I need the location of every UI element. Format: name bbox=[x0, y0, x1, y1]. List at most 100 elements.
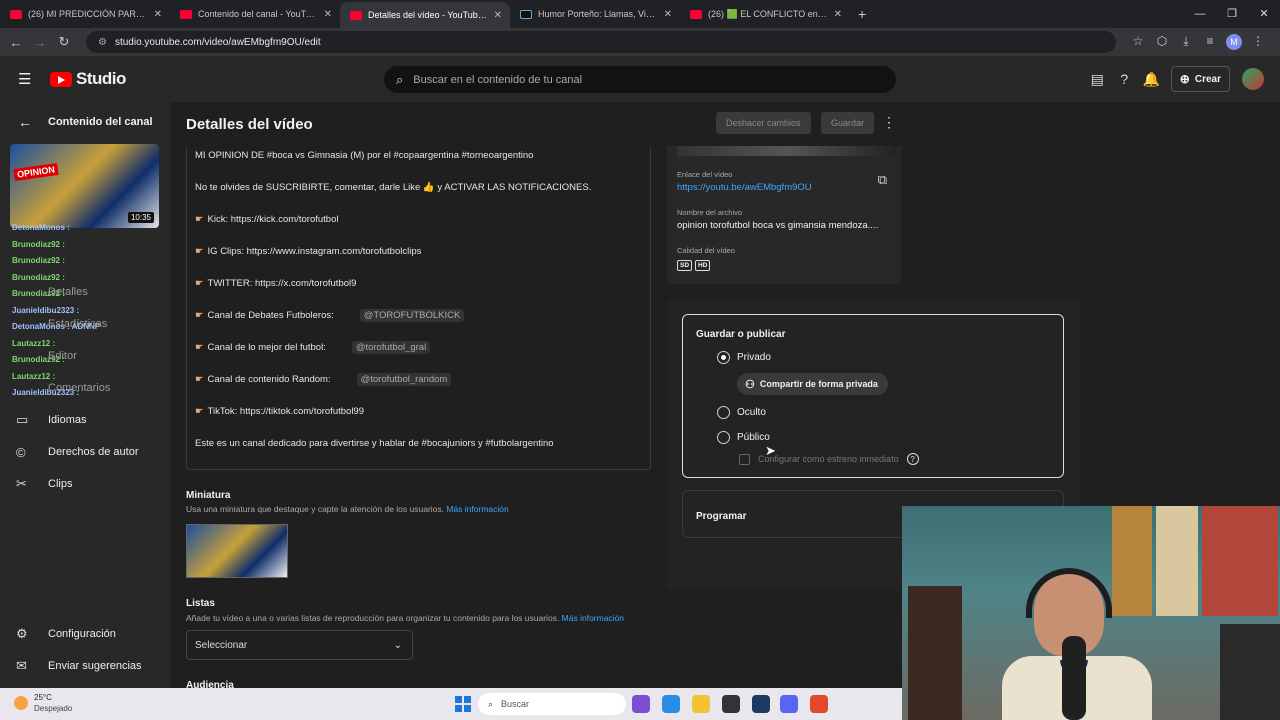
visibility-option-private[interactable]: Privado bbox=[717, 351, 771, 364]
radio-unselected[interactable] bbox=[717, 431, 730, 444]
chair bbox=[908, 586, 962, 720]
premiere-option[interactable]: Configurar como estreno inmediato ? bbox=[739, 453, 919, 465]
premiere-checkbox[interactable] bbox=[739, 453, 750, 465]
channel-mention-chip[interactable]: @torofutbol_random bbox=[356, 373, 452, 386]
steam-icon[interactable] bbox=[752, 695, 770, 713]
tab-title: (26) 🟩 EL CONFLICTO entre EL bbox=[708, 8, 828, 19]
sidebar-item-details[interactable]: Detalles bbox=[0, 276, 170, 308]
sidebar-item-comments[interactable]: Comentarios bbox=[0, 372, 170, 404]
discord-icon[interactable] bbox=[780, 695, 798, 713]
address-bar[interactable]: ⚙ studio.youtube.com/video/awEMbgfm9OU/e… bbox=[86, 31, 1116, 53]
browser-tab[interactable]: (26) MI PREDICCIÓN PARA OCT ✕ bbox=[0, 0, 170, 28]
sidebar-item-clips[interactable]: ✂ Clips bbox=[0, 468, 170, 500]
playlists-more-info-link[interactable]: Más información bbox=[562, 613, 624, 623]
close-window-icon[interactable]: ✕ bbox=[1248, 0, 1280, 28]
download-icon[interactable]: ⤓ bbox=[1174, 34, 1198, 50]
sidebar-item-analytics[interactable]: Estadísticas bbox=[0, 308, 170, 340]
thumbnail-more-info-link[interactable]: Más información bbox=[446, 504, 508, 514]
subtitles-icon: ▭ bbox=[16, 412, 29, 427]
create-button[interactable]: ⊕ Crear bbox=[1170, 66, 1230, 92]
close-tab-icon[interactable]: ✕ bbox=[664, 9, 672, 20]
profile-avatar[interactable]: M bbox=[1222, 34, 1246, 50]
sidebar-item-editor[interactable]: Editor bbox=[0, 340, 170, 372]
app-icon[interactable] bbox=[722, 695, 740, 713]
playlist-select-value: Seleccionar bbox=[195, 639, 248, 651]
save-or-publish-card: Guardar o publicar Privado ⚇ Compartir d… bbox=[682, 314, 1064, 478]
search-input[interactable]: Buscar en el contenido de tu canal bbox=[413, 74, 582, 86]
hamburger-menu-icon[interactable]: ☰ bbox=[18, 70, 34, 88]
file-explorer-icon[interactable] bbox=[692, 695, 710, 713]
browser-tab[interactable]: (26) 🟩 EL CONFLICTO entre EL ✕ bbox=[680, 0, 850, 28]
studio-logo[interactable]: Studio bbox=[50, 69, 126, 89]
teams-icon[interactable] bbox=[632, 695, 650, 713]
video-duration: 10:35 bbox=[127, 212, 154, 223]
sidebar-item-feedback[interactable]: ✉ Enviar sugerencias bbox=[0, 650, 170, 682]
video-thumbnail-preview[interactable]: OPINION 10:35 bbox=[10, 144, 159, 228]
minimize-icon[interactable]: — bbox=[1184, 0, 1216, 28]
sidebar-item-copyright[interactable]: © Derechos de autor bbox=[0, 436, 170, 468]
back-icon[interactable]: ← bbox=[4, 35, 28, 50]
more-options-icon[interactable]: ⋮ bbox=[882, 114, 896, 131]
notifications-bell-icon[interactable]: 🔔 bbox=[1138, 71, 1165, 88]
reading-list-icon[interactable]: ≡ bbox=[1198, 34, 1222, 50]
search-icon: ⌕ bbox=[488, 698, 494, 709]
pointing-hand-icon: ☛ bbox=[195, 342, 204, 353]
back-to-channel-content[interactable]: ← Contenido del canal bbox=[0, 102, 170, 142]
radio-selected[interactable] bbox=[717, 351, 730, 364]
reload-icon[interactable]: ↻ bbox=[52, 34, 76, 50]
browser-tab[interactable]: Humor Porteño: Llamas, Viajes ✕ bbox=[510, 0, 680, 28]
close-tab-icon[interactable]: ✕ bbox=[834, 9, 842, 20]
browser-menu-icon[interactable]: ⋮ bbox=[1246, 34, 1270, 50]
save-button[interactable]: Guardar bbox=[821, 112, 875, 134]
window-controls: — ❐ ✕ bbox=[1184, 0, 1280, 28]
close-tab-icon[interactable]: ✕ bbox=[494, 10, 502, 21]
description-field[interactable]: MI OPINION DE #boca vs Gimnasia (M) por … bbox=[186, 146, 651, 470]
extensions-icon[interactable]: ⬡ bbox=[1150, 34, 1174, 50]
undo-changes-button[interactable]: Deshacer cambios bbox=[716, 112, 811, 134]
sidebar-item-languages[interactable]: ▭ Idiomas bbox=[0, 404, 170, 436]
help-circle-icon[interactable]: ? bbox=[1111, 71, 1138, 87]
windows-start-icon[interactable] bbox=[455, 696, 471, 712]
close-tab-icon[interactable]: ✕ bbox=[324, 9, 332, 20]
youtube-icon bbox=[690, 9, 702, 19]
obs-icon[interactable] bbox=[810, 695, 828, 713]
site-info-icon[interactable]: ⚙ bbox=[98, 37, 107, 48]
thumbnail-caption: OPINION bbox=[13, 162, 59, 182]
browser-tab-active[interactable]: Detalles del vídeo - YouTube St ✕ bbox=[340, 2, 510, 28]
description-line: Este es un canal dedicado para divertirs… bbox=[195, 438, 554, 449]
pointing-hand-icon: ☛ bbox=[195, 406, 204, 417]
youtube-play-icon bbox=[50, 71, 72, 87]
thumbnail-option[interactable] bbox=[186, 524, 288, 578]
channel-mention-chip[interactable]: @TOROFUTBOLKICK bbox=[359, 309, 465, 322]
pointing-hand-icon: ☛ bbox=[195, 310, 204, 321]
forward-icon[interactable]: → bbox=[28, 35, 52, 50]
bookmark-star-icon[interactable]: ☆ bbox=[1126, 34, 1150, 50]
close-tab-icon[interactable]: ✕ bbox=[154, 9, 162, 20]
help-icon[interactable]: ? bbox=[906, 453, 919, 465]
radio-unselected[interactable] bbox=[717, 406, 730, 419]
channel-mention-chip[interactable]: @torofutbol_gral bbox=[351, 341, 431, 354]
taskbar-search[interactable]: ⌕ Buscar bbox=[478, 693, 626, 715]
visibility-option-public[interactable]: Público bbox=[717, 431, 770, 444]
copy-icon[interactable]: ⧉ bbox=[878, 172, 887, 188]
taskbar-search-input[interactable]: Buscar bbox=[501, 699, 529, 709]
description-line: ☛ Canal de Debates Futboleros: @TOROFUTBOL… bbox=[195, 309, 465, 322]
share-privately-button[interactable]: ⚇ Compartir de forma privada bbox=[737, 373, 888, 395]
sidebar-item-settings[interactable]: ⚙ Configuración bbox=[0, 618, 170, 650]
youtube-icon bbox=[10, 9, 22, 19]
playlist-select[interactable]: Seleccionar ⌄ bbox=[186, 630, 413, 660]
maximize-icon[interactable]: ❐ bbox=[1216, 0, 1248, 28]
video-link[interactable]: https://youtu.be/awEMbgfm9OU bbox=[677, 182, 812, 193]
channel-search[interactable]: ⌕ Buscar en el contenido de tu canal bbox=[384, 66, 896, 93]
visibility-option-unlisted[interactable]: Oculto bbox=[717, 406, 766, 419]
captions-icon[interactable]: ▤ bbox=[1084, 71, 1111, 88]
new-tab-button[interactable]: + bbox=[850, 0, 874, 28]
chrome-icon[interactable] bbox=[662, 695, 680, 713]
channel-avatar[interactable] bbox=[1242, 68, 1264, 90]
weather-icon[interactable] bbox=[14, 696, 28, 710]
browser-tab[interactable]: Contenido del canal - YouTube ✕ bbox=[170, 0, 340, 28]
visibility-option-label: Oculto bbox=[737, 407, 766, 418]
video-preview[interactable] bbox=[677, 146, 897, 156]
description-line: No te olvides de SUSCRIBIRTE, comentar, … bbox=[195, 182, 591, 193]
pointing-hand-icon: ☛ bbox=[195, 374, 204, 385]
